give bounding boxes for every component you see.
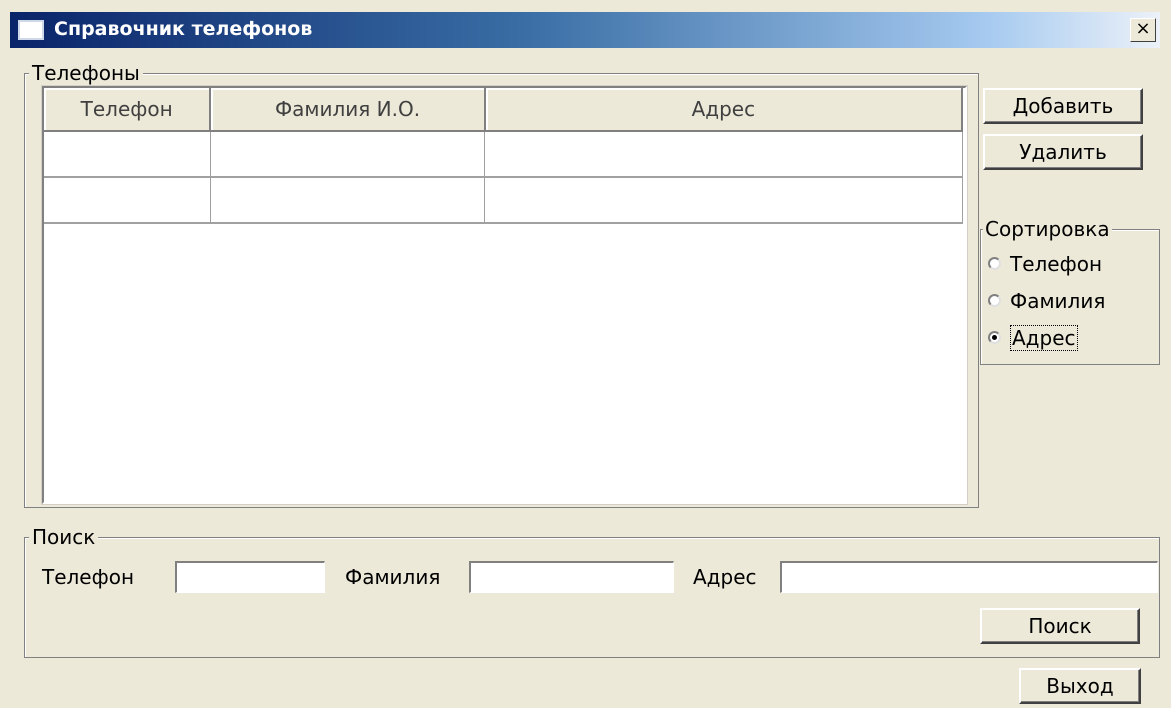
window-icon bbox=[18, 20, 44, 40]
table-row[interactable] bbox=[44, 177, 963, 224]
sort-option-address[interactable]: Адрес bbox=[988, 325, 1078, 351]
search-phone-label: Телефон bbox=[42, 565, 135, 589]
phones-table[interactable]: Телефон Фамилия И.О. Адрес bbox=[41, 85, 968, 505]
radio-button[interactable] bbox=[988, 257, 1001, 270]
column-header-name[interactable]: Фамилия И.О. bbox=[210, 88, 486, 132]
add-button[interactable]: Добавить bbox=[983, 88, 1143, 124]
search-address-input[interactable] bbox=[780, 561, 1158, 593]
search-button[interactable]: Поиск bbox=[980, 608, 1140, 644]
column-header-address[interactable]: Адрес bbox=[484, 88, 964, 132]
search-phone-input[interactable] bbox=[175, 561, 325, 593]
table-row[interactable] bbox=[44, 131, 963, 178]
delete-button[interactable]: Удалить bbox=[983, 134, 1143, 170]
search-surname-label: Фамилия bbox=[345, 565, 441, 589]
search-surname-input[interactable] bbox=[469, 561, 674, 593]
radio-button-selected[interactable] bbox=[988, 331, 1001, 344]
sort-group-legend: Сортировка bbox=[983, 217, 1112, 241]
table-cell[interactable] bbox=[210, 131, 486, 178]
window-title: Справочник телефонов bbox=[54, 18, 313, 40]
radio-button[interactable] bbox=[988, 294, 1001, 307]
table-cell[interactable] bbox=[44, 177, 211, 224]
sort-option-label: Фамилия bbox=[1010, 289, 1106, 313]
sort-option-phone[interactable]: Телефон bbox=[988, 252, 1102, 276]
table-cell[interactable] bbox=[44, 131, 211, 178]
sort-option-label: Адрес bbox=[1010, 325, 1078, 351]
close-button[interactable]: × bbox=[1130, 18, 1156, 42]
exit-button[interactable]: Выход bbox=[1019, 668, 1141, 704]
search-group-legend: Поиск bbox=[29, 525, 99, 549]
sort-option-label: Телефон bbox=[1010, 252, 1103, 276]
search-address-label: Адрес bbox=[693, 565, 757, 589]
title-bar[interactable]: Справочник телефонов × bbox=[10, 12, 1160, 48]
table-cell[interactable] bbox=[484, 131, 963, 178]
sort-option-surname[interactable]: Фамилия bbox=[988, 289, 1105, 313]
column-header-phone[interactable]: Телефон bbox=[44, 88, 212, 132]
table-cell[interactable] bbox=[210, 177, 486, 224]
phones-group-legend: Телефоны bbox=[29, 61, 143, 85]
table-cell[interactable] bbox=[484, 177, 963, 224]
